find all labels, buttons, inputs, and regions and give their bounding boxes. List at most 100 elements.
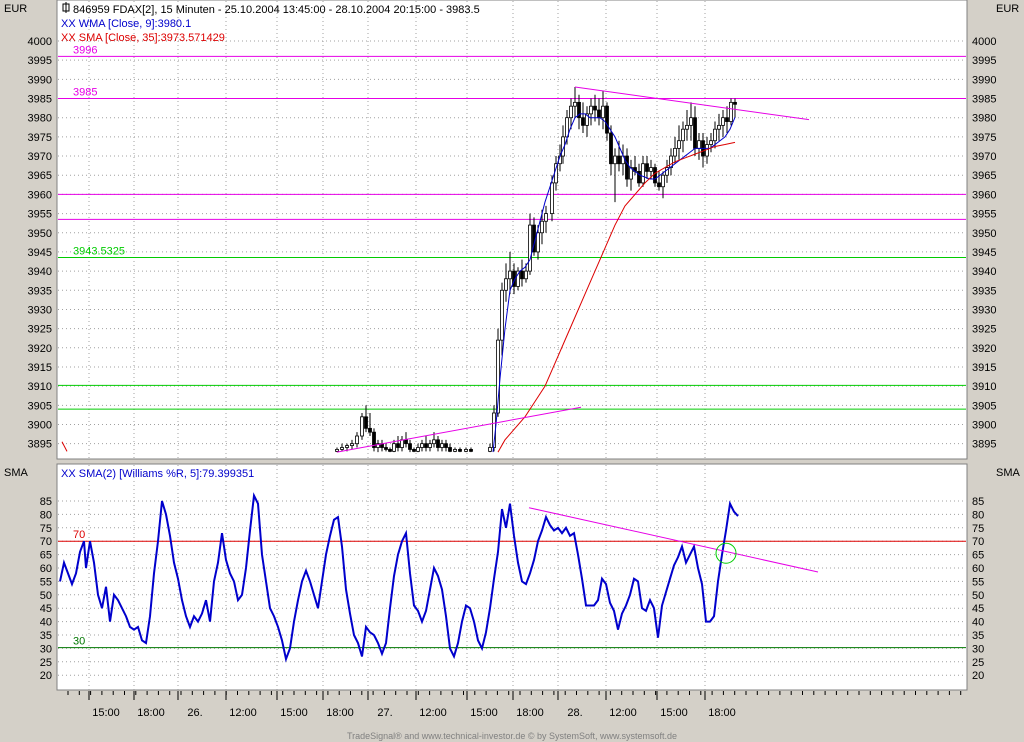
indicator-tick-left: 75: [40, 523, 52, 535]
candle-body: [340, 447, 344, 450]
price-tick-right: 3925: [972, 324, 996, 336]
candle-body: [677, 140, 681, 149]
x-tick-label: 26.: [187, 707, 202, 719]
price-level-label: 3943.5325: [73, 246, 125, 258]
footer-credit: TradeSignal® and www.technical-investor.…: [347, 731, 677, 741]
x-tick-label: 18:00: [326, 707, 354, 719]
indicator-level-label: 30: [73, 636, 85, 648]
candle-body: [335, 449, 339, 452]
indicator-tick-right: 40: [972, 617, 984, 629]
price-tick-right: 3965: [972, 170, 996, 182]
indicator-label-left: SMA: [4, 467, 29, 479]
price-plot-area[interactable]: [56, 0, 968, 460]
candle-body: [601, 105, 605, 119]
price-level-label: 3996: [73, 44, 97, 56]
indicator-label-right: SMA: [996, 467, 1021, 479]
candle-body: [653, 167, 657, 184]
candle-body: [469, 449, 473, 452]
candle-body: [453, 449, 457, 452]
x-tick-label: 18:00: [708, 707, 736, 719]
price-tick-left: 3905: [28, 400, 52, 412]
price-tick-left: 4000: [28, 36, 52, 48]
indicator-tick-right: 55: [972, 576, 984, 588]
candle-body: [733, 101, 737, 105]
indicator-plot-area[interactable]: [56, 463, 968, 691]
indicator-tick-right: 20: [972, 670, 984, 682]
price-tick-right: 4000: [972, 36, 996, 48]
price-tick-left: 3920: [28, 343, 52, 355]
indicator-tick-left: 40: [40, 617, 52, 629]
price-tick-left: 3935: [28, 285, 52, 297]
indicator-tick-right: 85: [972, 496, 984, 508]
x-tick-label: 18:00: [137, 707, 165, 719]
candle-body: [673, 147, 677, 157]
candle-body: [593, 105, 597, 111]
candle-body: [729, 101, 733, 122]
candle-body: [404, 439, 408, 445]
legend-wma: XX WMA [Close, 9]:3980.1: [61, 18, 191, 30]
price-tick-right: 3945: [972, 247, 996, 259]
candle-body: [713, 128, 717, 142]
price-tick-right: 3940: [972, 266, 996, 278]
price-tick-left: 3900: [28, 420, 52, 432]
price-tick-right: 3915: [972, 362, 996, 374]
price-tick-right: 3900: [972, 420, 996, 432]
candle-body: [725, 117, 729, 122]
candle-body: [613, 155, 617, 165]
candle-body: [649, 167, 653, 172]
candle-body: [392, 443, 396, 452]
price-tick-right: 3980: [972, 113, 996, 125]
indicator-tick-left: 80: [40, 509, 52, 521]
indicator-tick-left: 85: [40, 496, 52, 508]
price-tick-right: 3970: [972, 151, 996, 163]
candle-body: [520, 270, 524, 280]
x-tick-label: 15:00: [92, 707, 120, 719]
price-tick-left: 3975: [28, 132, 52, 144]
price-tick-right: 3975: [972, 132, 996, 144]
currency-label-left: EUR: [4, 3, 27, 15]
price-tick-left: 3910: [28, 381, 52, 393]
candle-body: [412, 449, 416, 452]
chart-title: 846959 FDAX[2], 15 Minuten - 25.10.2004 …: [73, 4, 480, 16]
candle-body: [536, 232, 540, 253]
price-tick-left: 3895: [28, 439, 52, 451]
x-tick-label: 28.: [567, 707, 582, 719]
candle-body: [428, 443, 432, 448]
candle-body: [448, 447, 452, 452]
indicator-tick-right: 70: [972, 536, 984, 548]
price-level-label: 3985: [73, 87, 97, 99]
candle-body: [504, 278, 508, 291]
candle-body: [424, 443, 428, 448]
candle-body: [625, 155, 629, 180]
price-tick-right: 3960: [972, 189, 996, 201]
price-tick-left: 3955: [28, 209, 52, 221]
candle-body: [581, 117, 585, 126]
x-tick-label: 12:00: [419, 707, 447, 719]
candle-body: [500, 289, 504, 341]
x-tick-label: 15:00: [660, 707, 688, 719]
candle-body: [685, 124, 689, 130]
price-tick-right: 3935: [972, 285, 996, 297]
indicator-tick-right: 80: [972, 509, 984, 521]
candle-body: [697, 140, 701, 149]
candle-body: [661, 174, 665, 188]
candle-body: [657, 182, 661, 188]
indicator-tick-left: 55: [40, 576, 52, 588]
candle-body: [355, 435, 359, 445]
price-tick-right: 3985: [972, 94, 996, 106]
candle-body: [641, 163, 645, 184]
price-tick-left: 3970: [28, 151, 52, 163]
candle-body: [721, 117, 725, 126]
candle-body: [408, 443, 412, 450]
x-tick-label: 12:00: [229, 707, 257, 719]
candle-body: [597, 109, 601, 119]
candle-body: [416, 447, 420, 452]
price-tick-left: 3960: [28, 189, 52, 201]
candle-body: [444, 443, 448, 448]
candle-body: [464, 449, 468, 452]
candle-body: [605, 105, 609, 134]
candle-body: [573, 101, 577, 107]
price-tick-left: 3965: [28, 170, 52, 182]
candle-body: [524, 270, 528, 280]
indicator-tick-left: 35: [40, 630, 52, 642]
